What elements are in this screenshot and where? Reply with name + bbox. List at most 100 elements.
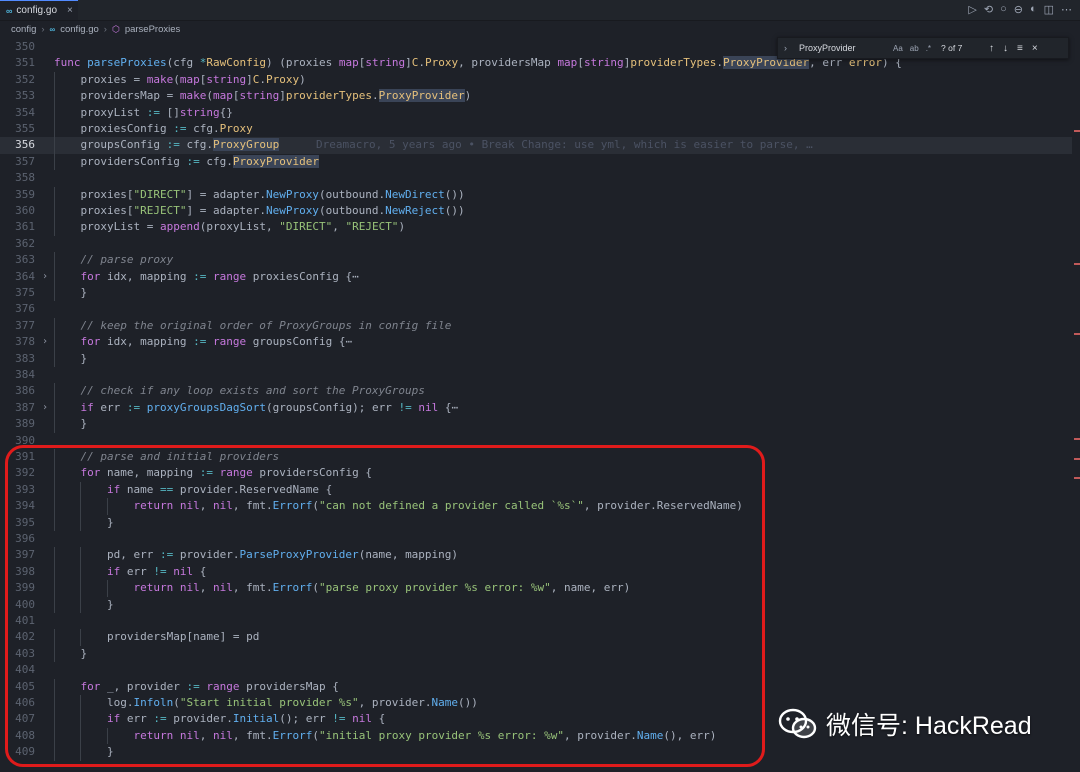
breadcrumb-symbol[interactable]: parseProxies — [125, 24, 180, 35]
tab-config-go[interactable]: ∞ config.go × — [0, 0, 78, 20]
regex-toggle[interactable]: .* — [926, 44, 931, 53]
line-number: 376 — [15, 302, 35, 316]
function-symbol-icon: ⬡ — [111, 23, 120, 34]
line-number: 354 — [15, 105, 35, 119]
find-in-selection-icon[interactable]: ≡ — [1017, 43, 1023, 54]
find-widget: › ProxyProvider Aa ab .* ? of 7 ↑ ↓ ≡ × — [777, 37, 1069, 59]
tab-label: config.go — [16, 5, 58, 16]
line-number: 360 — [15, 204, 35, 217]
search-match-marker — [1074, 438, 1080, 440]
code-line[interactable]: 359 proxies["DIRECT"] = adapter.NewProxy… — [0, 186, 1072, 203]
breadcrumb-file[interactable]: config.go — [60, 24, 99, 35]
compare-prev-icon[interactable]: ○ — [1000, 3, 1007, 16]
line-number: 356 — [15, 138, 35, 152]
code-text: proxies["REJECT"] = adapter.NewProxy(out… — [80, 204, 465, 217]
code-line[interactable]: 357 providersConfig := cfg.ProxyProvider — [0, 153, 1072, 171]
search-match-marker — [1074, 458, 1080, 460]
line-number: 353 — [15, 89, 35, 103]
search-match-marker — [1074, 477, 1080, 479]
next-match-icon[interactable]: ↓ — [1003, 43, 1008, 54]
search-match-marker — [1074, 333, 1080, 335]
code-line[interactable]: 383 } — [0, 350, 1072, 367]
code-text: proxyList = append(proxyList, "DIRECT", … — [80, 220, 406, 234]
code-line[interactable]: 384 — [0, 367, 1072, 383]
find-options: Aa ab .* — [893, 44, 931, 53]
line-number: 389 — [15, 417, 35, 431]
find-nav: ↑ ↓ ≡ × — [989, 43, 1038, 54]
code-line[interactable]: 376 — [0, 301, 1072, 317]
compare-next-icon[interactable]: ⊖ — [1014, 3, 1023, 16]
code-text: func parseProxies(cfg *RawConfig) (proxi… — [54, 56, 902, 70]
fold-chevron-icon[interactable]: › — [42, 334, 48, 350]
line-number: 352 — [15, 72, 35, 86]
search-match-marker — [1074, 263, 1080, 265]
whole-word-toggle[interactable]: ab — [910, 44, 919, 53]
code-line[interactable]: 356 groupsConfig := cfg.ProxyGroup Dreama… — [0, 137, 1072, 154]
git-blame-annotation: Dreamacro, 5 years ago • Break Change: u… — [316, 138, 813, 152]
code-line[interactable]: 378 › for idx, mapping := range groupsCon… — [0, 334, 1072, 351]
breadcrumb-separator: › — [41, 23, 45, 35]
code-text: // check if any loop exists and sort the… — [80, 384, 425, 398]
line-number: 355 — [15, 122, 35, 135]
line-number: 358 — [15, 171, 35, 185]
line-number: 363 — [15, 253, 35, 267]
line-number: 383 — [15, 351, 35, 365]
code-line[interactable]: 389 } — [0, 416, 1072, 433]
more-actions-icon[interactable]: ⋯ — [1061, 3, 1072, 16]
highlight-annotation — [5, 445, 765, 767]
code-text: proxies = make(map[string]C.Proxy) — [80, 72, 306, 86]
tab-bar: ∞ config.go × ▷ ⟲ ○ ⊖ ◐ ◫ ⋯ — [0, 0, 1080, 21]
code-text: for idx, mapping := range groupsConfig {… — [80, 335, 353, 349]
code-line[interactable]: 352 proxies = make(map[string]C.Proxy) — [0, 71, 1072, 89]
line-number: 362 — [15, 236, 35, 250]
breadcrumb: config › ∞ config.go › ⬡ parseProxies — [0, 21, 1080, 37]
line-number: 375 — [15, 286, 35, 299]
code-line[interactable]: 362 — [0, 236, 1072, 252]
toggle-replace-icon[interactable]: › — [784, 43, 787, 53]
wechat-icon — [778, 708, 817, 739]
code-line[interactable]: 387 › if err := proxyGroupsDagSort(groups… — [0, 399, 1072, 417]
code-text: proxies["DIRECT"] = adapter.NewProxy(out… — [80, 187, 465, 201]
line-number: 359 — [15, 187, 35, 201]
code-text: } — [54, 351, 88, 365]
timeline-icon[interactable]: ⟲ — [984, 3, 993, 16]
code-text: // keep the original order of ProxyGroup… — [80, 318, 452, 332]
line-number: 350 — [15, 40, 35, 53]
previous-match-icon[interactable]: ↑ — [989, 43, 994, 54]
code-line[interactable]: 360 proxies["REJECT"] = adapter.NewProxy… — [0, 203, 1072, 220]
code-line[interactable]: 375 } — [0, 285, 1072, 302]
code-text: groupsConfig := cfg.ProxyGroup — [80, 138, 280, 152]
line-number: 361 — [15, 220, 35, 234]
find-input[interactable]: ProxyProvider — [799, 43, 893, 53]
code-line[interactable]: 361 proxyList = append(proxyList, "DIREC… — [0, 219, 1072, 236]
match-count: ? of 7 — [941, 43, 963, 53]
breadcrumb-separator: › — [103, 23, 107, 35]
line-number: 364 — [15, 269, 35, 283]
go-file-icon: ∞ — [49, 24, 56, 34]
code-text: proxiesConfig := cfg.Proxy — [80, 122, 253, 135]
code-line[interactable]: 354 proxyList := []string{} — [0, 104, 1072, 121]
run-icon[interactable]: ▷ — [968, 3, 976, 16]
match-case-toggle[interactable]: Aa — [893, 44, 903, 53]
code-line[interactable]: 353 providersMap = make(map[string]provi… — [0, 88, 1072, 105]
watermark-text: 微信号: HackRead — [826, 712, 1032, 740]
fold-chevron-icon[interactable]: › — [42, 269, 48, 285]
close-find-icon[interactable]: × — [1032, 43, 1038, 54]
source-control-icon[interactable]: ◐ — [1030, 3, 1037, 16]
fold-chevron-icon[interactable]: › — [42, 400, 48, 416]
code-line[interactable]: 358 — [0, 170, 1072, 186]
code-line[interactable]: 364 › for idx, mapping := range proxiesCo… — [0, 268, 1072, 285]
editor-window: ∞ config.go × ▷ ⟲ ○ ⊖ ◐ ◫ ⋯ config › ∞ c… — [0, 0, 1080, 772]
tab-close-icon[interactable]: × — [67, 5, 73, 16]
split-editor-icon[interactable]: ◫ — [1044, 3, 1054, 16]
overview-ruler[interactable] — [1072, 37, 1080, 772]
breadcrumb-folder[interactable]: config — [11, 24, 36, 35]
code-line[interactable]: 377 // keep the original order of ProxyG… — [0, 317, 1072, 335]
code-text: proxyList := []string{} — [80, 105, 233, 119]
line-number: 351 — [15, 56, 35, 70]
code-line[interactable]: 363 // parse proxy — [0, 252, 1072, 269]
code-line[interactable]: 386 // check if any loop exists and sort… — [0, 383, 1072, 400]
line-number: 378 — [15, 335, 35, 349]
code-line[interactable]: 355 proxiesConfig := cfg.Proxy — [0, 121, 1072, 138]
code-text: for idx, mapping := range proxiesConfig … — [80, 269, 359, 283]
